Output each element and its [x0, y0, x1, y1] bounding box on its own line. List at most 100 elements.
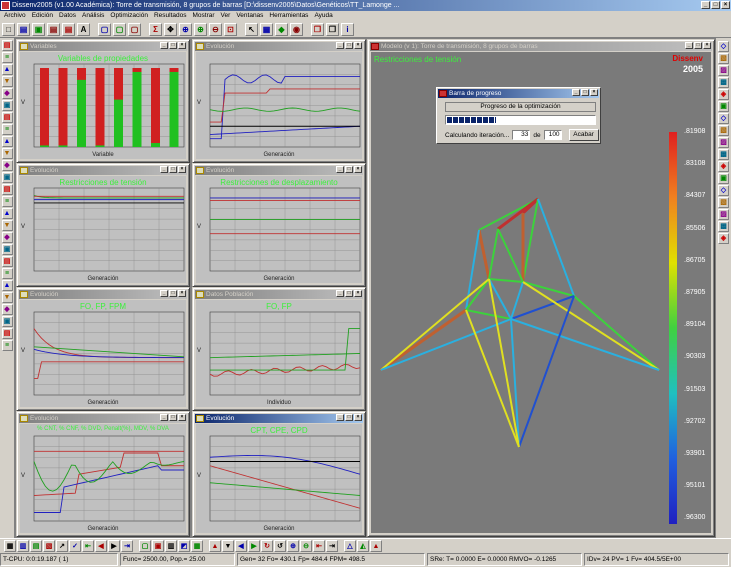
close-button[interactable]: × [354, 166, 362, 173]
cube-icon[interactable]: ❒ [311, 22, 324, 36]
nav-icon[interactable]: ▶ [248, 540, 260, 552]
evolution-window-1[interactable]: Evolución _ □ × Generación V [192, 39, 366, 163]
nav-icon[interactable]: △ [344, 540, 356, 552]
tool-icon[interactable]: ◈ [718, 233, 729, 244]
maximize-button[interactable]: □ [169, 414, 177, 421]
tool-icon[interactable]: ▣ [1, 172, 13, 183]
displacement-window[interactable]: Evolución _ □ × Restricciones de desplazam… [192, 163, 366, 287]
minimize-button[interactable]: _ [685, 42, 693, 49]
menu-item[interactable]: Edición [32, 11, 53, 21]
variables-window[interactable]: Variables _ □ × Variables de propiedades V… [16, 39, 190, 163]
tool-icon[interactable]: ▲ [1, 136, 13, 147]
tool-icon[interactable]: ▩ [718, 149, 729, 160]
tool-icon[interactable]: ▧ [718, 53, 729, 64]
minimize-button[interactable]: _ [336, 290, 344, 297]
tool-icon[interactable]: ≡ [1, 340, 13, 351]
close-button[interactable]: × [354, 414, 362, 421]
nav-icon[interactable]: ⇥ [121, 540, 133, 552]
tool-icon[interactable]: ▨ [718, 209, 729, 220]
tool-icon[interactable]: ◈ [718, 89, 729, 100]
tool-icon[interactable]: ▧ [718, 125, 729, 136]
print-icon[interactable]: ▤ [47, 22, 60, 36]
minimize-button[interactable]: _ [160, 414, 168, 421]
cpt-window[interactable]: Evolución _ □ × CPT, CPE, CPD Generación V [192, 411, 366, 537]
nav-icon[interactable]: ▦ [4, 540, 16, 552]
zoom-out-icon[interactable]: ⊖ [209, 22, 222, 36]
nav-icon[interactable]: ▦ [191, 540, 203, 552]
tool-icon[interactable]: ≡ [1, 196, 13, 207]
print-icon[interactable]: ▤ [62, 22, 75, 36]
nav-icon[interactable]: ⇤ [313, 540, 325, 552]
tool-icon[interactable]: ▩ [718, 221, 729, 232]
grid-icon[interactable]: ▦ [260, 22, 273, 36]
tool-icon[interactable]: ◆ [1, 160, 13, 171]
minimize-button[interactable]: _ [336, 414, 344, 421]
tool-icon[interactable]: ▼ [1, 148, 13, 159]
nav-icon[interactable]: ▢ [139, 540, 151, 552]
tool-icon[interactable]: ◇ [718, 185, 729, 196]
select-icon[interactable]: ↖ [245, 22, 258, 36]
close-button[interactable]: × [721, 1, 730, 9]
tool-icon[interactable]: ▲ [1, 280, 13, 291]
maximize-button[interactable]: □ [345, 42, 353, 49]
text-icon[interactable]: A [77, 22, 90, 36]
tool-icon[interactable]: ▲ [1, 64, 13, 75]
maximize-button[interactable]: □ [169, 290, 177, 297]
move-icon[interactable]: ✥ [164, 22, 177, 36]
calc-icon[interactable]: Σ [149, 22, 162, 36]
population-window[interactable]: Datos Población _ □ × FO, FP Individuo V [192, 287, 366, 411]
tool-icon[interactable]: ▨ [718, 65, 729, 76]
close-button[interactable]: × [178, 414, 186, 421]
close-button[interactable]: × [178, 290, 186, 297]
tool-icon[interactable]: ▤ [1, 184, 13, 195]
tension-window[interactable]: Evolución _ □ × Restricciones de tensión G… [16, 163, 190, 287]
progress-dialog[interactable]: Barra de progreso _ □ × Progreso de la opt… [436, 87, 601, 144]
percent-window[interactable]: Evolución _ □ × % CNT, % CNF, % DVD, Penal… [16, 411, 190, 537]
tool-icon[interactable]: ◇ [718, 41, 729, 52]
minimize-button[interactable]: _ [160, 42, 168, 49]
open-icon[interactable]: ▤ [17, 22, 30, 36]
nav-icon[interactable]: ▥ [165, 540, 177, 552]
render-icon[interactable]: ◆ [275, 22, 288, 36]
tool-icon[interactable]: ◆ [1, 232, 13, 243]
menu-item[interactable]: Ayuda [314, 11, 332, 21]
color-icon[interactable]: ◉ [290, 22, 303, 36]
minimize-button[interactable]: _ [336, 166, 344, 173]
tool-icon[interactable]: ▤ [1, 256, 13, 267]
tool-icon[interactable]: ▲ [1, 208, 13, 219]
tool-icon[interactable]: ▤ [1, 328, 13, 339]
tool-icon[interactable]: ▩ [718, 77, 729, 88]
maximize-button[interactable]: □ [711, 1, 720, 9]
fo-window[interactable]: Evolución _ □ × FO, FP, FPM Generación V [16, 287, 190, 411]
stop-button[interactable]: Acabar [568, 129, 599, 141]
nav-icon[interactable]: ↺ [274, 540, 286, 552]
tool-icon[interactable]: ▣ [1, 100, 13, 111]
nav-icon[interactable]: ⊕ [287, 540, 299, 552]
tool-icon[interactable]: ▤ [1, 112, 13, 123]
maximize-button[interactable]: □ [169, 166, 177, 173]
tool-icon[interactable]: ▣ [1, 316, 13, 327]
maximize-button[interactable]: □ [694, 42, 702, 49]
frame-icon[interactable]: ▢ [128, 22, 141, 36]
nav-icon[interactable]: ↗ [56, 540, 68, 552]
close-button[interactable]: × [590, 89, 598, 96]
close-button[interactable]: × [354, 290, 362, 297]
tool-icon[interactable]: ▨ [718, 137, 729, 148]
tool-icon[interactable]: ▤ [1, 40, 13, 51]
menu-item[interactable]: Datos [59, 11, 76, 21]
minimize-button[interactable]: _ [701, 1, 710, 9]
menu-item[interactable]: Mostrar [193, 11, 215, 21]
minimize-button[interactable]: _ [160, 166, 168, 173]
menu-item[interactable]: Archivo [4, 11, 26, 21]
menu-item[interactable]: Análisis [82, 11, 104, 21]
save-icon[interactable]: ▣ [32, 22, 45, 36]
nav-icon[interactable]: ◀ [95, 540, 107, 552]
nav-icon[interactable]: ▼ [222, 540, 234, 552]
tool-icon[interactable]: ≡ [1, 124, 13, 135]
nav-icon[interactable]: ▤ [30, 540, 42, 552]
tool-icon[interactable]: ◇ [718, 113, 729, 124]
cube-icon[interactable]: ❒ [326, 22, 339, 36]
close-button[interactable]: × [703, 42, 711, 49]
maximize-button[interactable]: □ [581, 89, 589, 96]
tool-icon[interactable]: ≡ [1, 268, 13, 279]
